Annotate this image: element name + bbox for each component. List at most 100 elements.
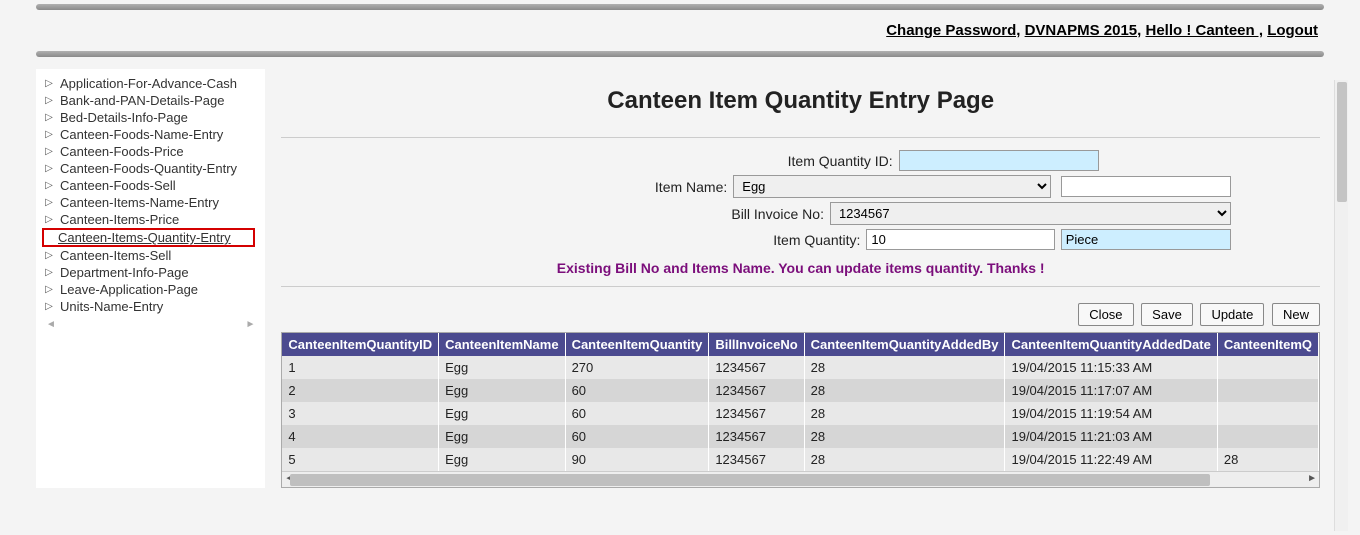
scroll-right-arrow-icon[interactable]: ► <box>1307 473 1317 484</box>
sidebar-item-bank-and-pan-details-page[interactable]: ▷ Bank-and-PAN-Details-Page <box>44 92 255 109</box>
tree-expand-icon: ▷ <box>44 129 54 140</box>
save-button[interactable]: Save <box>1141 303 1193 326</box>
table-cell: 1 <box>282 356 438 379</box>
sidebar-item-label: Department-Info-Page <box>60 265 189 280</box>
top-separator <box>36 4 1324 10</box>
table-row[interactable]: 4Egg6012345672819/04/2015 11:21:03 AM <box>282 425 1318 448</box>
table-cell: 2 <box>282 379 438 402</box>
table-cell: 1234567 <box>709 356 804 379</box>
table-row[interactable]: 2Egg6012345672819/04/2015 11:17:07 AM <box>282 379 1318 402</box>
table-cell: 28 <box>804 448 1005 471</box>
table-cell: 28 <box>804 402 1005 425</box>
second-separator <box>36 51 1324 57</box>
sidebar-item-label: Canteen-Foods-Quantity-Entry <box>60 161 237 176</box>
table-cell: 90 <box>565 448 709 471</box>
item-unit-input[interactable] <box>1061 229 1231 250</box>
tree-expand-icon: ▷ <box>44 250 54 261</box>
sidebar-item-label: Canteen-Foods-Sell <box>60 178 176 193</box>
column-header[interactable]: CanteenItemQuantityAddedDate <box>1005 333 1217 356</box>
update-button[interactable]: Update <box>1200 303 1264 326</box>
table-cell: 28 <box>804 425 1005 448</box>
tree-expand-icon: ▷ <box>44 78 54 89</box>
table-row[interactable]: 5Egg9012345672819/04/2015 11:22:49 AM28 <box>282 448 1318 471</box>
sidebar-item-leave-application-page[interactable]: ▷Leave-Application-Page <box>44 281 255 298</box>
table-cell: 4 <box>282 425 438 448</box>
new-button[interactable]: New <box>1272 303 1320 326</box>
sidebar-item-label: Canteen-Foods-Price <box>60 144 184 159</box>
item-quantity-id-input[interactable] <box>899 150 1099 171</box>
table-cell: Egg <box>439 379 565 402</box>
bill-invoice-select[interactable]: 1234567 <box>830 202 1231 225</box>
sidebar-item-canteen-items-sell[interactable]: ▷ Canteen-Items-Sell <box>44 247 255 264</box>
tree-expand-icon: ▷ <box>44 214 54 225</box>
table-cell: 1234567 <box>709 379 804 402</box>
table-row[interactable]: 1Egg27012345672819/04/2015 11:15:33 AM <box>282 356 1318 379</box>
column-header[interactable]: CanteenItemQ <box>1217 333 1318 356</box>
sidebar-item-canteen-items-quantity-entry[interactable]: Canteen-Items-Quantity-Entry <box>42 228 255 247</box>
sidebar-item-department-info-page[interactable]: ▷ Department-Info-Page <box>44 264 255 281</box>
tree-expand-icon: ▷ <box>44 267 54 278</box>
sidebar-item-canteen-foods-name-entry[interactable]: ▷ Canteen-Foods-Name-Entry <box>44 126 255 143</box>
column-header[interactable]: CanteenItemQuantityAddedBy <box>804 333 1005 356</box>
tree-expand-icon: ▷ <box>44 180 54 191</box>
app-name-link[interactable]: DVNAPMS 2015, <box>1025 22 1142 39</box>
column-header[interactable]: BillInvoiceNo <box>709 333 804 356</box>
scroll-right-icon[interactable]: ► <box>245 319 255 330</box>
sidebar-item-canteen-items-name-entry[interactable]: ▷ Canteen-Items-Name-Entry <box>44 194 255 211</box>
table-cell: Egg <box>439 356 565 379</box>
tree-expand-icon: ▷ <box>44 112 54 123</box>
table-cell: 19/04/2015 11:19:54 AM <box>1005 402 1217 425</box>
item-quantity-input[interactable] <box>866 229 1054 250</box>
bill-invoice-label: Bill Invoice No: <box>371 206 830 222</box>
table-cell: 1234567 <box>709 448 804 471</box>
sidebar-scroll[interactable]: ◄ ► <box>44 315 255 330</box>
scroll-left-icon[interactable]: ◄ <box>46 319 56 330</box>
page-scroll-thumb[interactable] <box>1337 82 1347 202</box>
tree-expand-icon: ▷ <box>44 146 54 157</box>
table-cell <box>1217 379 1318 402</box>
table-cell: 1234567 <box>709 425 804 448</box>
table-row[interactable]: 3Egg6012345672819/04/2015 11:19:54 AM <box>282 402 1318 425</box>
sidebar-item-label: Canteen-Items-Name-Entry <box>60 195 219 210</box>
hello-user-link[interactable]: Hello ! Canteen , <box>1145 22 1263 39</box>
change-password-link[interactable]: Change Password, <box>886 22 1020 39</box>
table-cell: 28 <box>1217 448 1318 471</box>
sidebar-item-label: Canteen-Items-Sell <box>60 248 171 263</box>
sidebar: ▷ Application-For-Advance-Cash ▷ Bank-and-P… <box>36 69 265 488</box>
sidebar-item-application-for-advance-cash[interactable]: ▷ Application-For-Advance-Cash <box>44 75 255 92</box>
close-button[interactable]: Close <box>1078 303 1133 326</box>
tree-expand-icon: ▷ <box>44 301 54 312</box>
sidebar-item-canteen-foods-quantity-entry[interactable]: ▷Canteen-Foods-Quantity-Entry <box>44 160 255 177</box>
sidebar-item-units-name-entry[interactable]: ▷Units-Name-Entry <box>44 298 255 315</box>
sidebar-item-label: Bed-Details-Info-Page <box>60 110 188 125</box>
table-cell: 19/04/2015 11:15:33 AM <box>1005 356 1217 379</box>
column-header[interactable]: CanteenItemQuantity <box>565 333 709 356</box>
item-name-extra-input[interactable] <box>1061 176 1231 197</box>
column-header[interactable]: CanteenItemName <box>439 333 565 356</box>
button-bar: Close Save Update New <box>281 297 1320 332</box>
sidebar-item-label: Bank-and-PAN-Details-Page <box>60 93 225 108</box>
item-name-select[interactable]: Egg <box>733 175 1050 198</box>
logout-link[interactable]: Logout <box>1267 22 1318 39</box>
sidebar-item-canteen-items-price[interactable]: ▷Canteen-Items-Price <box>44 211 255 228</box>
table-cell: 60 <box>565 425 709 448</box>
sidebar-item-label: Application-For-Advance-Cash <box>60 76 237 91</box>
table-cell: 270 <box>565 356 709 379</box>
tree-expand-icon: ▷ <box>44 284 54 295</box>
tree-expand-icon: ▷ <box>44 197 54 208</box>
sidebar-item-label: Canteen-Foods-Name-Entry <box>60 127 223 142</box>
table-cell <box>1217 402 1318 425</box>
table-cell: Egg <box>439 402 565 425</box>
table-cell: Egg <box>439 448 565 471</box>
page-vertical-scrollbar[interactable] <box>1334 80 1348 531</box>
tree-expand-icon: ▷ <box>44 95 54 106</box>
sidebar-item-canteen-foods-price[interactable]: ▷ Canteen-Foods-Price <box>44 143 255 160</box>
table-cell: 5 <box>282 448 438 471</box>
scroll-thumb[interactable] <box>290 474 1210 486</box>
table-cell: 28 <box>804 356 1005 379</box>
grid-horizontal-scrollbar[interactable]: ◄ ► <box>282 471 1319 487</box>
sidebar-item-bed-details-info-page[interactable]: ▷ Bed-Details-Info-Page <box>44 109 255 126</box>
item-quantity-label: Item Quantity: <box>371 232 867 248</box>
sidebar-item-canteen-foods-sell[interactable]: ▷ Canteen-Foods-Sell <box>44 177 255 194</box>
column-header[interactable]: CanteenItemQuantityID <box>282 333 438 356</box>
